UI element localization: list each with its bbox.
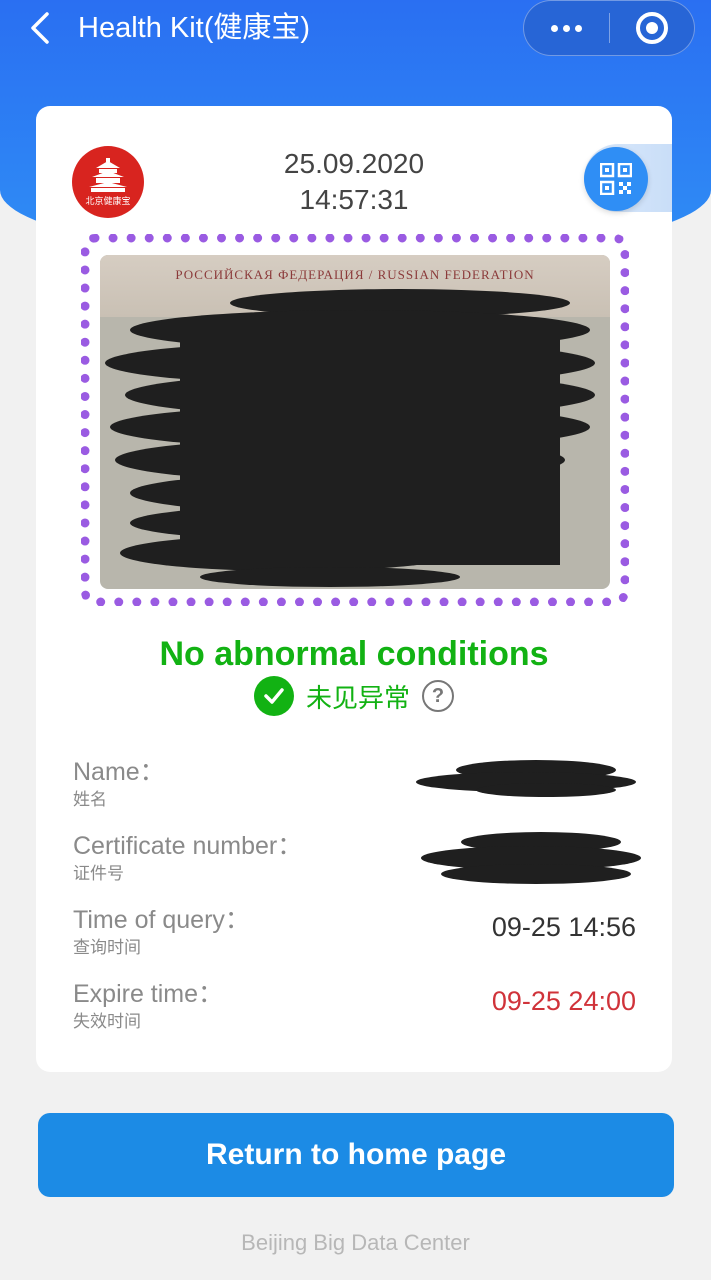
status-chinese-row: 未见异常 ? (36, 676, 672, 716)
return-home-button[interactable]: Return to home page (38, 1113, 674, 1197)
chevron-left-icon (31, 12, 49, 44)
timestamp: 25.09.2020 14:57:31 (36, 146, 672, 218)
info-row-query-time: Time of query： 查询时间 09-25 14:56 (73, 904, 636, 974)
navigation-bar: Health Kit(健康宝) (0, 0, 711, 58)
info-row-expire-time: Expire time： 失效时间 09-25 24:00 (73, 978, 636, 1048)
back-button[interactable] (20, 8, 60, 48)
status-english: No abnormal conditions (159, 635, 549, 673)
redacted-name (416, 760, 636, 797)
check-circle-icon (253, 676, 294, 716)
target-icon (635, 12, 668, 44)
health-card: 北京健康宝 25.09.2020 14:57:31 РОССИЙСКАЯ ФЕД… (36, 106, 672, 1072)
passport-photo: РОССИЙСКАЯ ФЕДЕРАЦИЯ / RUSSIAN FEDERATIO… (100, 255, 610, 589)
expire-time-value: 09-25 24:00 (491, 986, 636, 1016)
date-text: 25.09.2020 (283, 148, 425, 179)
more-button[interactable] (524, 0, 609, 56)
redaction-scribble (105, 289, 595, 587)
page-title: Health Kit(健康宝) (78, 12, 311, 44)
redacted-certificate (421, 832, 641, 884)
qr-code-icon (600, 163, 632, 195)
time-text: 14:57:31 (299, 184, 409, 215)
qr-code-button[interactable] (584, 147, 648, 211)
query-time-value: 09-25 14:56 (491, 912, 636, 942)
footer-text: Beijing Big Data Center (241, 1230, 470, 1255)
status-chinese: 未见异常 (305, 683, 410, 714)
info-row-name: Name： 姓名 (73, 756, 636, 826)
passport-photo-frame: РОССИЙСКАЯ ФЕДЕРАЦИЯ / RUSSIAN FEDERATIO… (81, 234, 629, 606)
more-dots-icon (550, 24, 582, 32)
info-row-certificate: Certificate number： 证件号 (73, 830, 641, 900)
question-circle-icon[interactable]: ? (422, 680, 454, 712)
close-mini-program-button[interactable] (610, 0, 695, 56)
mini-program-capsule (523, 0, 695, 56)
